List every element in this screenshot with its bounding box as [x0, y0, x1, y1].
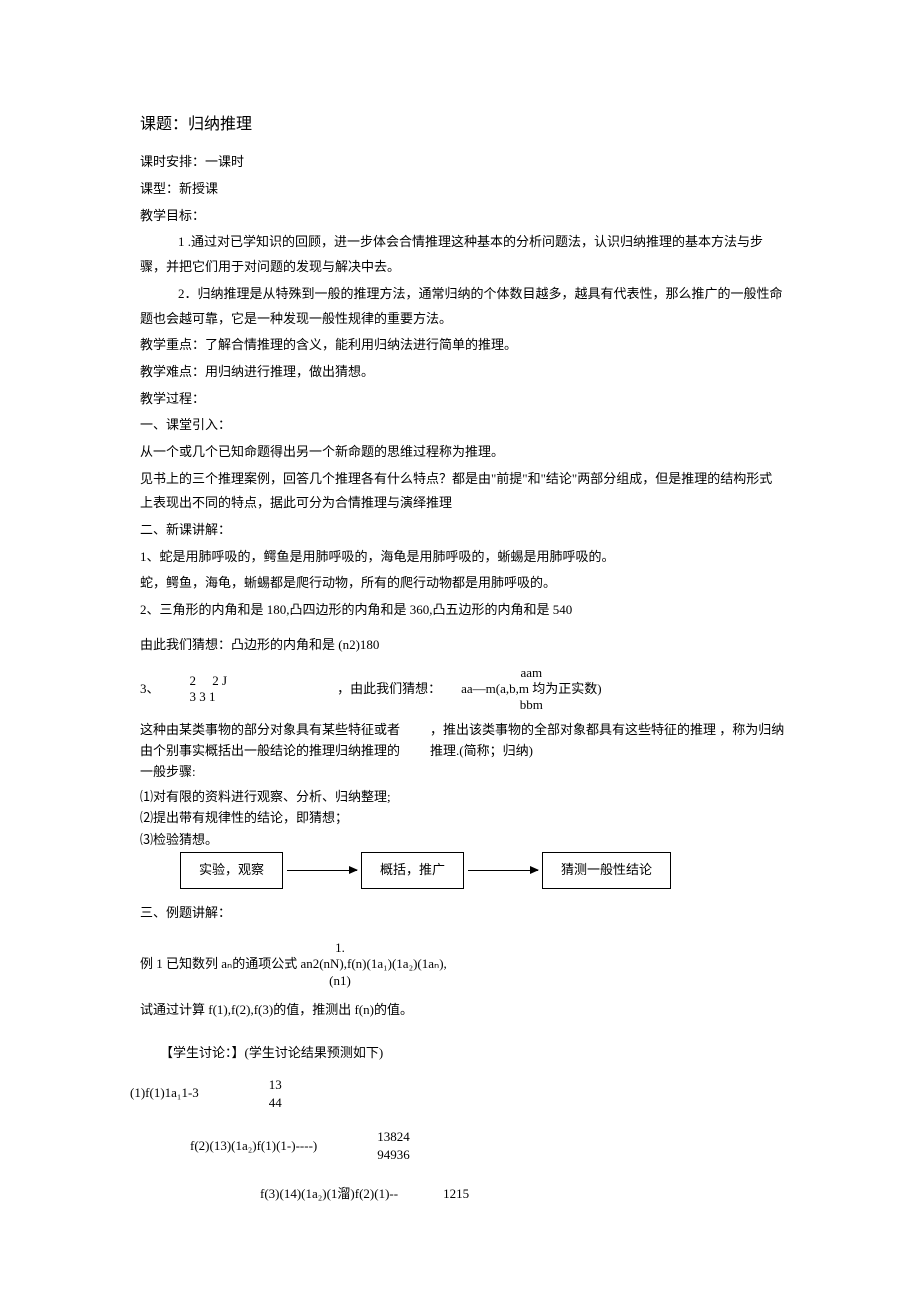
section1-title: 一、课堂引入：	[140, 413, 785, 438]
goal-heading: 教学目标：	[140, 204, 785, 229]
goal-1: 1 .通过对已学知识的回顾，进一步体会合情推理这种基本的分析问题法，认识归纳推理…	[140, 230, 785, 279]
frac-left-bot: 3 3 1	[190, 689, 228, 705]
flowchart: 实验，观察 概括，推广 猜测一般性结论	[180, 852, 785, 889]
flow-box-1: 实验，观察	[180, 852, 283, 889]
calc2-right: 13824 94936	[377, 1128, 410, 1164]
step-1: ⑴对有限的资料进行观察、分析、归纳整理;	[140, 787, 785, 807]
section3-title: 三、例题讲解：	[140, 901, 785, 926]
frac-left-top: 2 2 J	[190, 673, 228, 689]
student-discussion: 【学生讨论：】(学生讨论结果预测如下)	[140, 1041, 785, 1066]
ex1-p2: 试通过计算 f(1),f(2),f(3)的值，推测出 f(n)的值。	[140, 998, 785, 1023]
process-heading: 教学过程：	[140, 387, 785, 412]
fraction-right: aam aa—m(a,b,m 均为正实数) bbm	[461, 665, 601, 712]
section1-p2: 见书上的三个推理案例，回答几个推理各有什么特点？都是由"前提"和"结论"两部分组…	[140, 467, 785, 516]
section2-p1: 1、蛇是用肺呼吸的，鳄鱼是用肺呼吸的，海龟是用肺呼吸的，蜥蜴是用肺呼吸的。	[140, 545, 785, 570]
arrow-icon	[287, 870, 357, 871]
step-2: ⑵提出带有规律性的结论，即猜想；	[140, 808, 785, 828]
frac-right-mid: aa—m(a,b,m 均为正实数)	[461, 681, 601, 697]
goal-2: 2．归纳推理是从特殊到一般的推理方法，通常归纳的个体数目越多，越具有代表性，那么…	[140, 282, 785, 331]
calc2-r1: 13824	[377, 1128, 410, 1146]
calc2-r2: 94936	[377, 1146, 410, 1164]
key-point: 教学重点：了解合情推理的含义，能利用归纳法进行简单的推理。	[140, 333, 785, 358]
calc-line-2: f(2)(13)(1a₂)f(1)(1-)----) 13824 94936	[140, 1128, 785, 1164]
section2-p2: 蛇，鳄鱼，海龟，蜥蜴都是爬行动物，所有的爬行动物都是用肺呼吸的。	[140, 571, 785, 596]
section1-p1: 从一个或几个已知命题得出另一个新命题的思维过程称为推理。	[140, 440, 785, 465]
section2-title: 二、新课讲解：	[140, 518, 785, 543]
calc1-r2: 44	[269, 1094, 282, 1112]
ex1-top: 1.	[150, 940, 530, 957]
flow-box-3: 猜测一般性结论	[542, 852, 671, 889]
example-1: 1. 例 1 已知数列 aₙ的通项公式 an2(nN),f(n)(1a₁)(1a…	[140, 940, 785, 991]
schedule-line: 课时安排：一课时	[140, 150, 785, 175]
calc-line-3: f(3)(14)(1a₂)(1溜)f(2)(1)-- 1215	[140, 1182, 785, 1207]
calc1-right: 13 44	[269, 1076, 282, 1112]
ex1-sub: (n1)	[150, 973, 530, 990]
definition-block: 这种由某类事物的部分对象具有某些特征或者由个别事实概括出一般结论的推理归纳推理的…	[140, 720, 785, 782]
section2-p4: 由此我们猜想：凸边形的内角和是 (n2)180	[140, 633, 785, 658]
calc1-r1: 13	[269, 1076, 282, 1094]
fraction-row: 3、 2 2 J 3 3 1 ，由此我们猜想： aam aa—m(a,b,m 均…	[140, 665, 785, 712]
difficulty: 教学难点：用归纳进行推理，做出猜想。	[140, 360, 785, 385]
flow-box-2: 概括，推广	[361, 852, 464, 889]
definition-left: 这种由某类事物的部分对象具有某些特征或者由个别事实概括出一般结论的推理归纳推理的…	[140, 720, 410, 782]
calc2-left: f(2)(13)(1a₂)f(1)(1-)----)	[190, 1134, 317, 1159]
calc3-right: 1215	[443, 1182, 469, 1207]
calc1-left: (1)f(1)1a₁1-3	[130, 1081, 199, 1106]
fraction-left: 2 2 J 3 3 1	[190, 673, 228, 704]
fraction-prefix: 3、	[140, 677, 160, 702]
section2-p3: 2、三角形的内角和是 180,凸四边形的内角和是 360,凸五边形的内角和是 5…	[140, 598, 785, 623]
arrow-icon	[468, 870, 538, 871]
definition-right: ，推出该类事物的全部对象都具有这些特征的推理 ，称为归纳推理.(简称；归纳)	[430, 720, 785, 782]
calc-line-1: (1)f(1)1a₁1-3 13 44	[140, 1076, 785, 1112]
calc3-left: f(3)(14)(1a₂)(1溜)f(2)(1)--	[260, 1182, 398, 1207]
fraction-mid-text: ，由此我们猜想：	[337, 677, 441, 702]
frac-right-top: aam	[461, 665, 601, 681]
step-3: ⑶检验猜想。	[140, 830, 785, 850]
type-line: 课型：新授课	[140, 177, 785, 202]
ex1-main: 例 1 已知数列 aₙ的通项公式 an2(nN),f(n)(1a₁)(1a₂)(…	[140, 956, 447, 971]
frac-right-bot: bbm	[461, 697, 601, 713]
page-title: 课题：归纳推理	[140, 110, 785, 140]
